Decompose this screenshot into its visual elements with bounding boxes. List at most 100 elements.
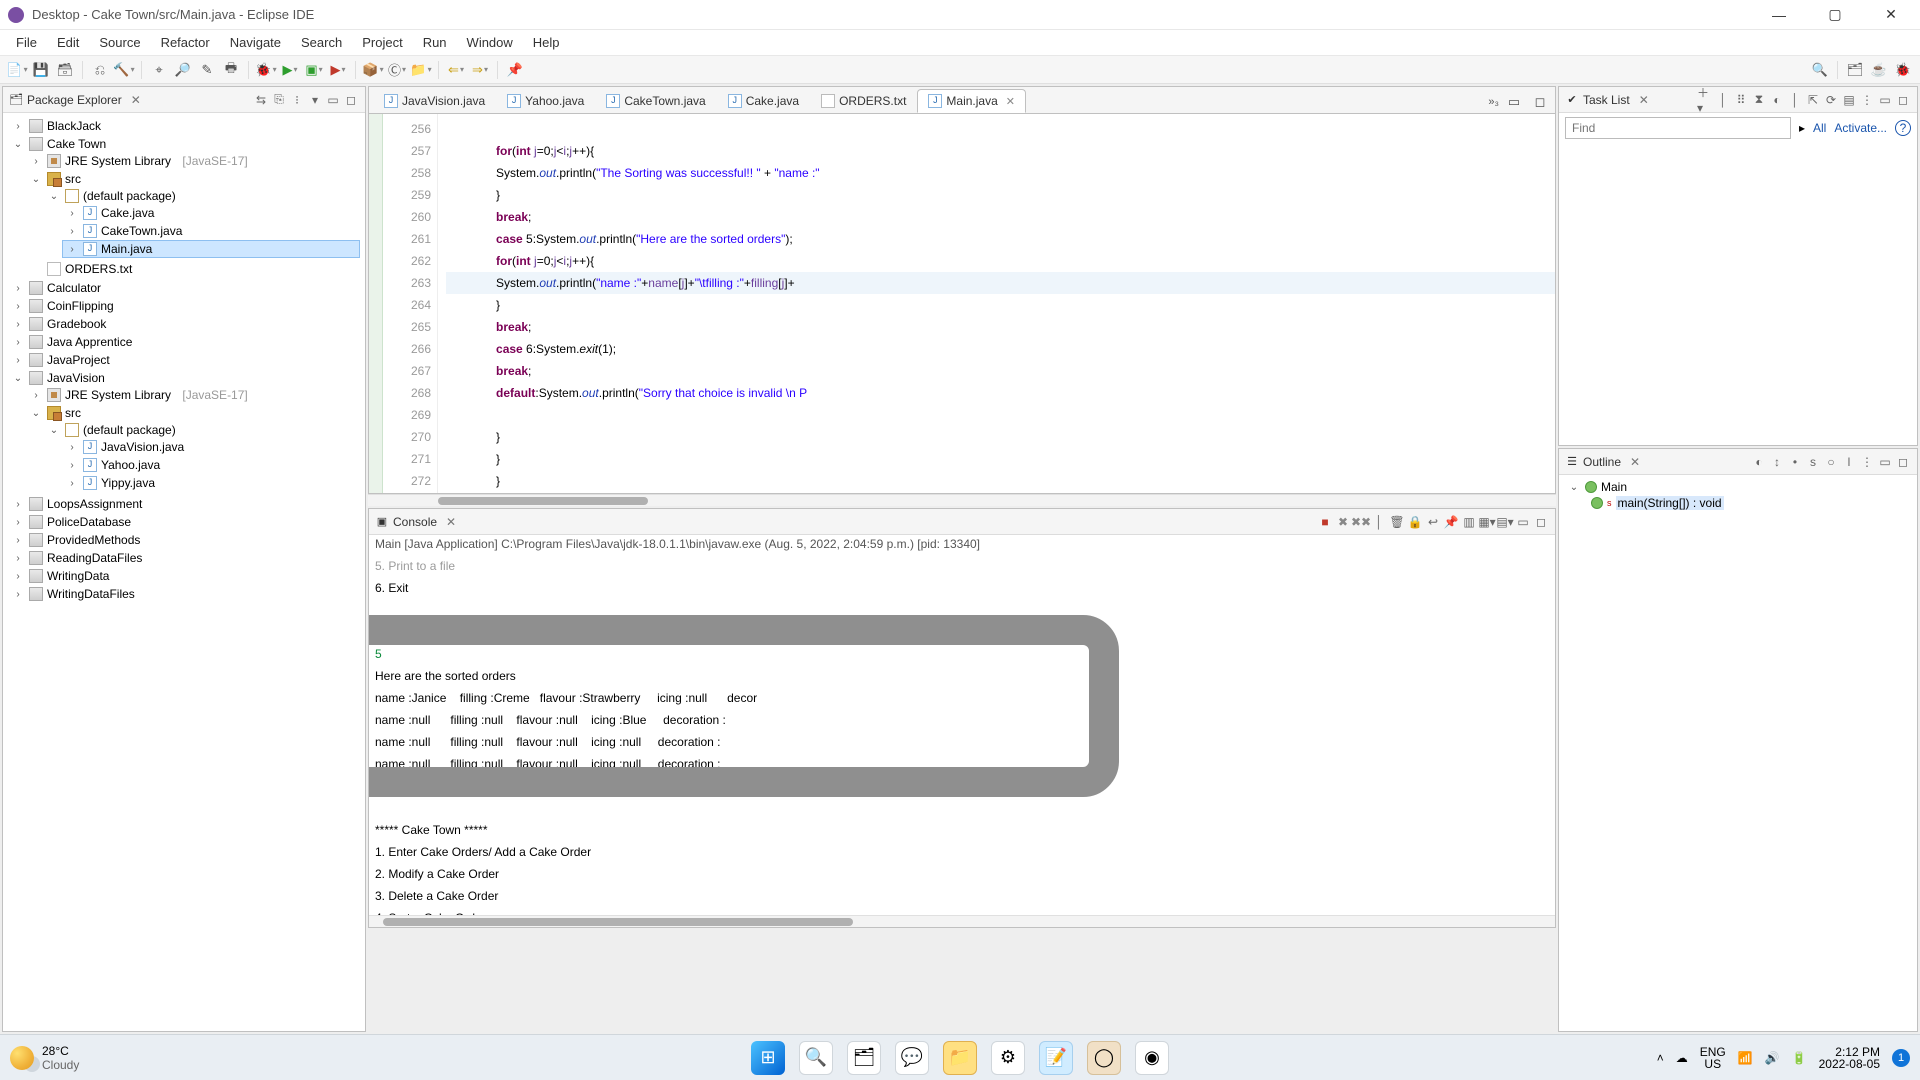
console-max-icon[interactable]: ◻ bbox=[1533, 514, 1549, 530]
tray-notifications-badge[interactable]: 1 bbox=[1892, 1049, 1910, 1067]
file-cake-java[interactable]: Cake.java bbox=[101, 206, 154, 220]
app-eclipse[interactable]: ◯ bbox=[1087, 1041, 1121, 1075]
tab-cake[interactable]: Cake.java bbox=[717, 89, 810, 113]
menu-project[interactable]: Project bbox=[352, 31, 412, 54]
project-javaproject[interactable]: JavaProject bbox=[47, 353, 110, 367]
new-task-icon[interactable]: ＋▾ bbox=[1697, 92, 1713, 108]
taskbar-weather[interactable]: 28°CCloudy bbox=[10, 1044, 79, 1072]
debug-button[interactable]: 🐞 bbox=[255, 59, 277, 81]
tray-battery-icon[interactable]: 🔋 bbox=[1792, 1051, 1807, 1065]
task-activate-link[interactable]: Activate... bbox=[1834, 121, 1887, 135]
app-settings[interactable]: ⚙ bbox=[991, 1041, 1025, 1075]
open-type-button[interactable]: ⌖ bbox=[148, 59, 170, 81]
file-yippy-java[interactable]: Yippy.java bbox=[101, 476, 155, 490]
save-button[interactable]: 💾 bbox=[30, 59, 52, 81]
ext-tools-button[interactable]: ▶ bbox=[327, 59, 349, 81]
tray-language[interactable]: ENGUS bbox=[1700, 1046, 1726, 1070]
perspective-open[interactable]: 🗂 bbox=[1844, 59, 1866, 81]
pin-console-icon[interactable]: 📌 bbox=[1443, 514, 1459, 530]
task-filter-all[interactable]: All bbox=[1813, 121, 1826, 135]
tray-chevron-icon[interactable]: ˄ bbox=[1657, 1051, 1664, 1065]
project-police[interactable]: PoliceDatabase bbox=[47, 515, 131, 529]
tl-min-icon[interactable]: ▭ bbox=[1877, 92, 1893, 108]
maximize-button[interactable]: ▢ bbox=[1814, 1, 1856, 29]
scroll-lock-icon[interactable]: 🔒 bbox=[1407, 514, 1423, 530]
tl-max-icon[interactable]: ◻ bbox=[1895, 92, 1911, 108]
hide-fields-icon[interactable]: • bbox=[1787, 454, 1803, 470]
task-find-dropdown[interactable]: ▸ bbox=[1799, 121, 1805, 135]
build-button[interactable]: 🔨 bbox=[113, 59, 135, 81]
menu-edit[interactable]: Edit bbox=[47, 31, 89, 54]
presentation-icon[interactable]: ▤ bbox=[1841, 92, 1857, 108]
categorize-icon[interactable]: ⠿ bbox=[1733, 92, 1749, 108]
max-icon[interactable]: ◻ bbox=[343, 92, 359, 108]
project-caketown[interactable]: Cake Town bbox=[47, 137, 106, 151]
editor-h-scrollbar[interactable] bbox=[368, 494, 1556, 506]
jre-lib-caketown[interactable]: JRE System Library bbox=[65, 154, 171, 168]
tray-onedrive-icon[interactable]: ☁ bbox=[1676, 1051, 1688, 1065]
min-icon[interactable]: ▭ bbox=[325, 92, 341, 108]
tray-volume-icon[interactable]: 🔊 bbox=[1765, 1051, 1780, 1065]
file-orders-txt[interactable]: ORDERS.txt bbox=[65, 262, 132, 276]
tab-yahoo[interactable]: Yahoo.java bbox=[496, 89, 595, 113]
console-close[interactable]: ✕ bbox=[443, 515, 459, 529]
task-list-close[interactable]: ✕ bbox=[1636, 93, 1652, 107]
new-console-icon[interactable]: ▤▾ bbox=[1497, 514, 1513, 530]
search-tb-button[interactable]: 🔎 bbox=[172, 59, 194, 81]
collapse-icon[interactable]: ⇱ bbox=[1805, 92, 1821, 108]
clear-console-icon[interactable]: 🗑 bbox=[1389, 514, 1405, 530]
project-calculator[interactable]: Calculator bbox=[47, 281, 101, 295]
menu-window[interactable]: Window bbox=[457, 31, 523, 54]
wrap-icon[interactable]: ↩ bbox=[1425, 514, 1441, 530]
hide-local-icon[interactable]: l bbox=[1841, 454, 1857, 470]
link-editor-icon[interactable]: ⎘ bbox=[271, 92, 287, 108]
app-explorer[interactable]: 📁 bbox=[943, 1041, 977, 1075]
minimize-button[interactable]: — bbox=[1758, 1, 1800, 29]
hide-static-icon[interactable]: s bbox=[1805, 454, 1821, 470]
tab-close-icon[interactable]: ✕ bbox=[1006, 95, 1015, 108]
undo-button[interactable]: ⎌ bbox=[89, 59, 111, 81]
project-provided[interactable]: ProvidedMethods bbox=[47, 533, 140, 547]
src-folder[interactable]: src bbox=[65, 172, 81, 186]
focus-icon[interactable]: ◐ bbox=[1769, 92, 1785, 108]
perspective-java[interactable]: ☕ bbox=[1868, 59, 1890, 81]
tab-main[interactable]: Main.java✕ bbox=[917, 89, 1026, 113]
tray-wifi-icon[interactable]: 📶 bbox=[1738, 1051, 1753, 1065]
save-all-button[interactable]: 🗃 bbox=[54, 59, 76, 81]
run-button[interactable]: ▶ bbox=[279, 59, 301, 81]
src-folder-jv[interactable]: src bbox=[65, 406, 81, 420]
ol-max-icon[interactable]: ◻ bbox=[1895, 454, 1911, 470]
app-notepad[interactable]: 📝 bbox=[1039, 1041, 1073, 1075]
schedule-icon[interactable]: ⧗ bbox=[1751, 92, 1767, 108]
project-readingdata[interactable]: ReadingDataFiles bbox=[47, 551, 142, 565]
outline-close[interactable]: ✕ bbox=[1627, 455, 1643, 469]
file-main-java[interactable]: Main.java bbox=[101, 242, 152, 256]
close-button[interactable]: ✕ bbox=[1870, 1, 1912, 29]
project-coinflipping[interactable]: CoinFlipping bbox=[47, 299, 114, 313]
coverage-button[interactable]: ▣ bbox=[303, 59, 325, 81]
filter-icon[interactable]: ⁝ bbox=[289, 92, 305, 108]
project-javaapprentice[interactable]: Java Apprentice bbox=[47, 335, 132, 349]
remove-all-icon[interactable]: ✖✖ bbox=[1353, 514, 1369, 530]
quick-access-search[interactable]: 🔍 bbox=[1809, 59, 1831, 81]
project-writingdata[interactable]: WritingData bbox=[47, 569, 109, 583]
open-console-icon[interactable]: ▦▾ bbox=[1479, 514, 1495, 530]
project-javavision[interactable]: JavaVision bbox=[47, 371, 105, 385]
console-h-scrollbar[interactable] bbox=[369, 915, 1555, 927]
editor[interactable]: 2562572582592602612622632642652662672682… bbox=[368, 114, 1556, 494]
view-menu-icon[interactable]: ▾ bbox=[307, 92, 323, 108]
file-yahoo-java[interactable]: Yahoo.java bbox=[101, 458, 160, 472]
start-button[interactable]: ⊞ bbox=[751, 1041, 785, 1075]
hide-nonpublic-icon[interactable]: ○ bbox=[1823, 454, 1839, 470]
file-caketown-java[interactable]: CakeTown.java bbox=[101, 224, 182, 238]
menu-file[interactable]: File bbox=[6, 31, 47, 54]
menu-source[interactable]: Source bbox=[89, 31, 150, 54]
tabs-overflow[interactable]: »₃ bbox=[1488, 96, 1499, 108]
app-teams[interactable]: 💬 bbox=[895, 1041, 929, 1075]
package-explorer-tree[interactable]: ›BlackJack ⌄Cake Town ›JRE System Librar… bbox=[3, 113, 365, 1031]
toggle-mark-button[interactable]: ✎ bbox=[196, 59, 218, 81]
new-button[interactable]: 📄 bbox=[6, 59, 28, 81]
taskbar-search[interactable]: 🔍 bbox=[799, 1041, 833, 1075]
editor-max-icon[interactable]: ◻ bbox=[1529, 91, 1551, 113]
outline-method-main[interactable]: main(String[]) : void bbox=[1616, 496, 1724, 510]
